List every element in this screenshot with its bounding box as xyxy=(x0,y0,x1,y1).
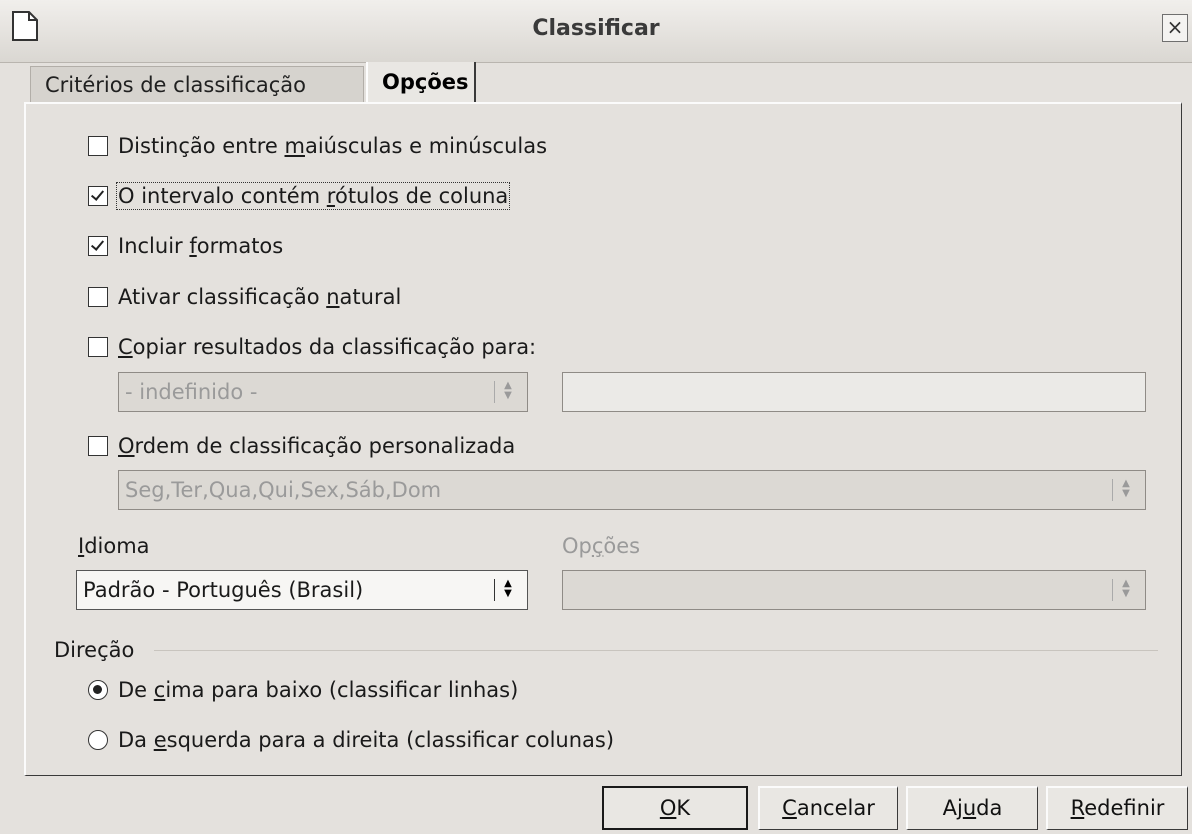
tab-options[interactable]: Opções xyxy=(366,62,476,102)
natural-sort-option[interactable]: Ativar classificação natural xyxy=(88,281,401,313)
custom-order-checkbox[interactable] xyxy=(88,436,108,456)
spin-arrows-icon: ▲ ▼ xyxy=(494,381,517,403)
spin-arrows-icon: ▲ ▼ xyxy=(494,579,517,601)
language-options-select[interactable]: ▲ ▼ xyxy=(562,570,1146,610)
copy-results-option[interactable]: Copiar resultados da classificação para: xyxy=(88,331,536,363)
spin-arrows-icon: ▲ ▼ xyxy=(1112,479,1135,501)
direction-left-right-label: Da esquerda para a direita (classificar … xyxy=(118,728,615,752)
cancel-button[interactable]: Cancelar xyxy=(758,786,898,830)
copy-target-input[interactable] xyxy=(562,372,1146,412)
reset-button[interactable]: Redefinir xyxy=(1046,786,1188,830)
close-icon: × xyxy=(1166,15,1184,39)
include-formats-label: Incluir formatos xyxy=(118,234,284,258)
close-button[interactable]: × xyxy=(1162,14,1188,42)
copy-target-select[interactable]: - indefinido - ▲ ▼ xyxy=(118,372,528,412)
direction-top-bottom-label: De cima para baixo (classificar linhas) xyxy=(118,678,519,702)
has-headers-checkbox[interactable] xyxy=(88,186,108,206)
language-select[interactable]: Padrão - Português (Brasil) ▲ ▼ xyxy=(76,570,528,610)
include-formats-checkbox[interactable] xyxy=(88,236,108,256)
direction-left-right-radio[interactable] xyxy=(88,730,108,750)
case-sensitive-checkbox[interactable] xyxy=(88,136,108,156)
has-headers-label: O intervalo contém rótulos de coluna xyxy=(115,182,511,210)
direction-top-bottom-radio[interactable] xyxy=(88,680,108,700)
custom-order-select[interactable]: Seg,Ter,Qua,Qui,Sex,Sáb,Dom ▲ ▼ xyxy=(118,470,1146,510)
custom-order-label: Ordem de classificação personalizada xyxy=(118,434,516,458)
custom-order-value: Seg,Ter,Qua,Qui,Sex,Sáb,Dom xyxy=(125,478,442,502)
direction-heading: Direção xyxy=(54,638,135,662)
help-button[interactable]: Ajuda xyxy=(906,786,1038,830)
custom-order-option[interactable]: Ordem de classificação personalizada xyxy=(88,430,515,462)
copy-target-value: - indefinido - xyxy=(125,380,258,404)
spin-arrows-icon: ▲ ▼ xyxy=(1112,579,1135,601)
title-bar: Classificar × xyxy=(0,0,1192,63)
has-headers-option[interactable]: O intervalo contém rótulos de coluna xyxy=(88,180,511,212)
copy-results-checkbox[interactable] xyxy=(88,337,108,357)
natural-sort-checkbox[interactable] xyxy=(88,287,108,307)
include-formats-option[interactable]: Incluir formatos xyxy=(88,230,283,262)
direction-left-right-option[interactable]: Da esquerda para a direita (classificar … xyxy=(88,724,614,756)
window-title: Classificar xyxy=(532,16,660,41)
tab-sort-criteria[interactable]: Critérios de classificação xyxy=(30,66,364,102)
language-options-label: Opções xyxy=(562,534,641,558)
ok-button[interactable]: OK xyxy=(602,786,748,830)
copy-results-label: Copiar resultados da classificação para: xyxy=(118,335,537,359)
options-panel: Distinção entre maiúsculas e minúsculas … xyxy=(24,102,1182,776)
case-sensitive-option[interactable]: Distinção entre maiúsculas e minúsculas xyxy=(88,130,547,162)
language-label: Idioma xyxy=(78,534,150,558)
language-value: Padrão - Português (Brasil) xyxy=(83,578,364,602)
natural-sort-label: Ativar classificação natural xyxy=(118,285,402,309)
direction-top-bottom-option[interactable]: De cima para baixo (classificar linhas) xyxy=(88,674,518,706)
direction-separator xyxy=(154,650,1158,651)
case-sensitive-label: Distinção entre maiúsculas e minúsculas xyxy=(118,134,548,158)
